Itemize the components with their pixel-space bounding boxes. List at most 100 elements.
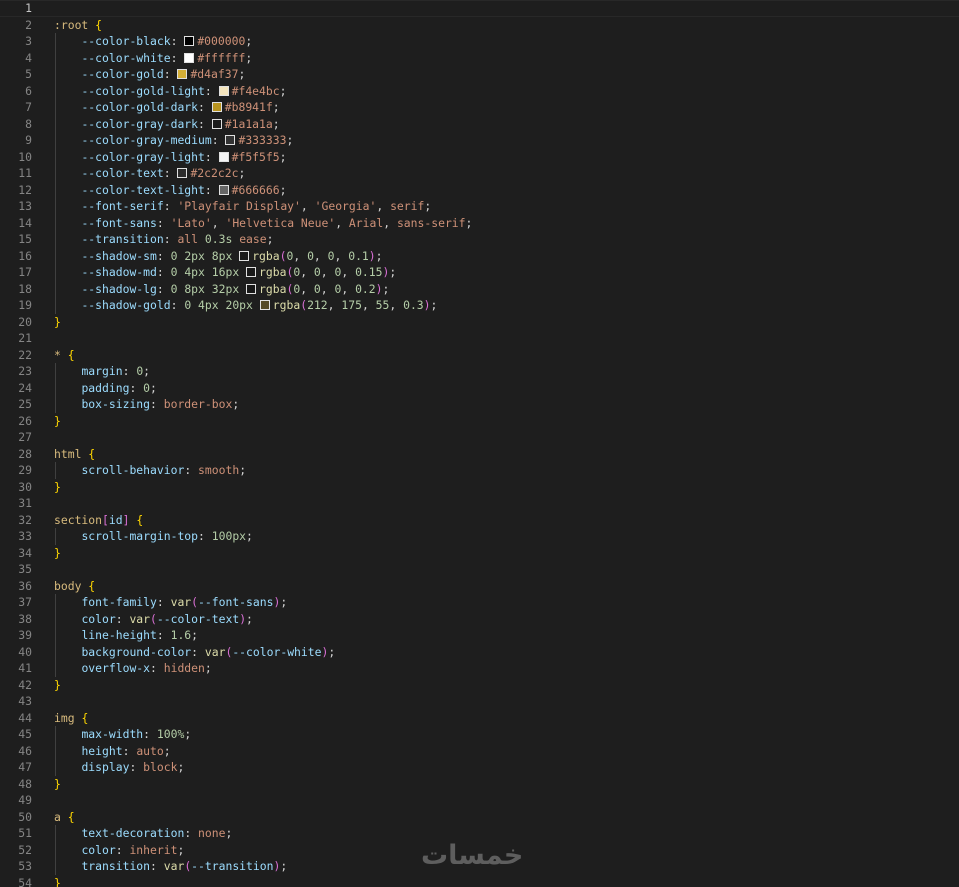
code-line[interactable]: 6 --color-gold-light: #f4e4bc; <box>0 82 959 99</box>
code-token-punc: ; <box>177 760 185 774</box>
line-number: 41 <box>18 661 32 675</box>
code-line[interactable]: 44 img { <box>0 710 959 727</box>
code-line[interactable]: 32 section[id] { <box>0 512 959 529</box>
code-line[interactable]: 38 color: var(--color-text); <box>0 610 959 628</box>
code-line[interactable]: 5 --color-gold: #d4af37; <box>0 66 959 83</box>
code-token-punc: : <box>115 611 130 626</box>
code-token-ws <box>54 661 81 675</box>
line-number: 21 <box>18 331 32 345</box>
code-line[interactable]: 27 <box>0 429 959 446</box>
code-line[interactable]: 22 * { <box>0 347 959 364</box>
line-number: 24 <box>18 380 32 395</box>
code-token-punc: ; <box>328 644 336 659</box>
code-line[interactable]: 50 a { <box>0 809 959 826</box>
code-line[interactable]: 17 --shadow-md: 0 4px 16px rgba(0, 0, 0,… <box>0 264 959 281</box>
code-token-prop: height <box>81 743 123 758</box>
code-line[interactable]: 15 --transition: all 0.3s ease; <box>0 231 959 248</box>
code-token-punc: ; <box>239 463 247 477</box>
color-swatch[interactable] <box>218 151 229 162</box>
code-line[interactable]: 14 --font-sans: 'Lato', 'Helvetica Neue'… <box>0 214 959 231</box>
color-swatch[interactable] <box>259 300 270 310</box>
code-token-prop: --color-gold-dark <box>81 100 199 114</box>
code-token-punc <box>61 348 68 362</box>
code-line[interactable]: 40 background-color: var(--color-white); <box>0 643 959 660</box>
line-code: * { <box>54 347 75 364</box>
line-code: color: var(--color-text); <box>54 611 252 628</box>
code-line[interactable]: 20} <box>0 314 959 331</box>
code-line[interactable]: 29 scroll-behavior: smooth; <box>0 462 959 479</box>
color-swatch[interactable] <box>184 36 195 46</box>
code-line[interactable]: 30} <box>0 479 959 496</box>
code-token-brace: } <box>54 314 61 329</box>
color-swatch[interactable] <box>184 52 195 63</box>
code-line[interactable]: 3 --color-black: #000000; <box>0 33 959 50</box>
code-line[interactable]: 13 --font-serif: 'Playfair Display', 'Ge… <box>0 198 959 215</box>
code-token-punc: ; <box>465 215 473 230</box>
code-line[interactable]: 41 overflow-x: hidden; <box>0 660 959 677</box>
line-code: height: auto; <box>54 743 170 760</box>
code-line[interactable]: 36 body { <box>0 578 959 595</box>
line-number: 15 <box>18 232 32 246</box>
code-token-ws <box>54 117 81 131</box>
code-token-punc <box>205 249 212 263</box>
code-line[interactable]: 45 max-width: 100%; <box>0 726 959 743</box>
code-line[interactable]: 8 --color-gray-dark: #1a1a1a; <box>0 115 959 132</box>
color-swatch[interactable] <box>246 283 257 294</box>
code-line[interactable]: 42} <box>0 677 959 694</box>
code-line[interactable]: 16 --shadow-sm: 0 2px 8px rgba(0, 0, 0, … <box>0 247 959 264</box>
code-line[interactable]: 37 font-family: var(--font-sans); <box>0 594 959 611</box>
color-swatch[interactable] <box>211 102 222 112</box>
code-token-punc: : <box>150 859 164 873</box>
color-swatch[interactable] <box>225 135 236 145</box>
color-swatch[interactable] <box>218 184 229 195</box>
code-line[interactable]: 11 --color-text: #2c2c2c; <box>0 165 959 182</box>
color-swatch[interactable] <box>177 69 188 79</box>
code-line[interactable]: 47 display: block; <box>0 759 959 776</box>
code-line[interactable]: 33 scroll-margin-top: 100px; <box>0 528 959 545</box>
code-editor[interactable]: 1 2:root {3 --color-black: #000000; 4 --co… <box>0 0 959 887</box>
code-line[interactable]: 34} <box>0 545 959 562</box>
code-token-punc: : <box>122 743 137 758</box>
code-token-sel: section <box>54 512 103 527</box>
code-token-prop: --color-gray-dark <box>81 116 199 131</box>
color-swatch[interactable] <box>246 267 257 277</box>
code-token-paren: ) <box>375 281 383 296</box>
code-line[interactable]: 10 --color-gray-light: #f5f5f5; <box>0 148 959 165</box>
code-token-kw: ease <box>239 232 267 246</box>
code-line[interactable]: 24 padding: 0; <box>0 379 959 396</box>
code-line[interactable]: 4 --color-white: #ffffff; <box>0 49 959 66</box>
code-line[interactable]: 2:root { <box>0 17 959 34</box>
code-token-punc: , <box>376 199 391 213</box>
code-token-ws <box>54 199 81 213</box>
code-line[interactable]: 35 <box>0 561 959 578</box>
code-token-punc: , <box>293 248 308 263</box>
code-line[interactable]: 54} <box>0 875 959 887</box>
code-token-ws <box>54 67 81 81</box>
code-line[interactable]: 28 html { <box>0 446 959 463</box>
code-line[interactable]: 49 <box>0 792 959 809</box>
code-line[interactable]: 7 --color-gold-dark: #b8941f; <box>0 99 959 116</box>
code-line[interactable]: 26} <box>0 413 959 430</box>
color-swatch[interactable] <box>211 118 222 129</box>
code-line[interactable]: 9 --color-gray-medium: #333333; <box>0 132 959 149</box>
line-code: img { <box>54 710 88 727</box>
code-line[interactable]: 1 <box>0 0 959 17</box>
code-line[interactable]: 31 <box>0 495 959 512</box>
code-line[interactable]: 48} <box>0 776 959 793</box>
code-line[interactable]: 46 height: auto; <box>0 742 959 760</box>
code-line[interactable]: 18 --shadow-lg: 0 8px 32px rgba(0, 0, 0,… <box>0 280 959 297</box>
color-swatch[interactable] <box>177 168 188 178</box>
code-line[interactable]: 23 margin: 0; <box>0 363 959 380</box>
code-token-ws <box>54 183 81 197</box>
code-line[interactable]: 39 line-height: 1.6; <box>0 627 959 644</box>
code-line[interactable]: 21 <box>0 330 959 347</box>
color-swatch[interactable] <box>218 85 229 96</box>
code-token-num: 16px <box>211 265 240 279</box>
color-swatch[interactable] <box>239 250 250 261</box>
code-line[interactable]: 25 box-sizing: border-box; <box>0 396 959 413</box>
code-line[interactable]: 12 --color-text-light: #666666; <box>0 181 959 198</box>
code-line[interactable]: 43 <box>0 693 959 710</box>
code-line[interactable]: 19 --shadow-gold: 0 4px 20px rgba(212, 1… <box>0 297 959 314</box>
line-code: --color-text: #2c2c2c; <box>54 165 245 182</box>
code-token-punc: , <box>327 298 342 312</box>
